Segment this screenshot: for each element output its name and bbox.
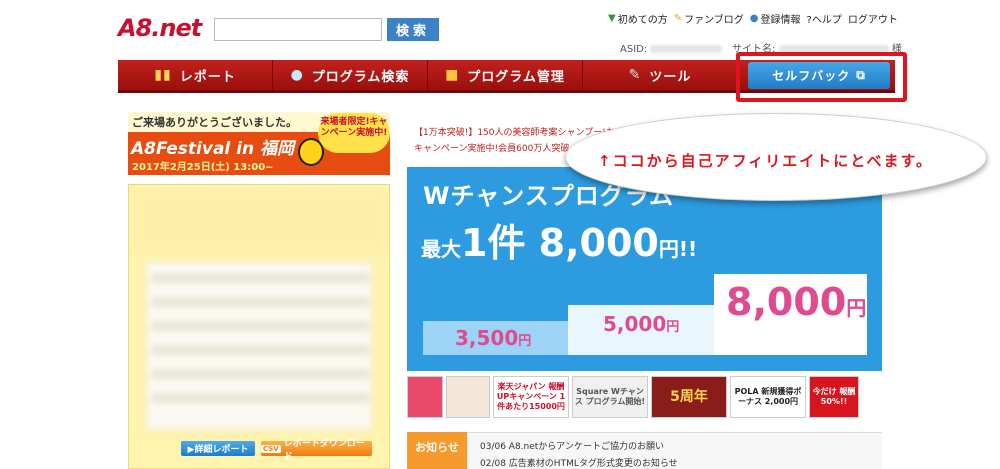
wrench-icon: ✎ (628, 67, 642, 83)
link-help[interactable]: ?ヘルプ (807, 11, 842, 26)
bar-value-3: 8,000円 (726, 280, 867, 324)
nav-program-search[interactable]: ● プログラム検索 (273, 60, 428, 90)
banner-thumb-3[interactable]: 楽天ジャパン 報酬UPキャンペーン 1件あたり15000円 (493, 376, 569, 418)
link-account[interactable]: ● 登録情報 (750, 11, 801, 26)
banner-thumb-5[interactable]: 5周年 (651, 376, 727, 418)
beginner-icon: ▼ (608, 13, 616, 24)
header-links: ▼ 初めての方 ✎ ファンブログ ● 登録情報 ?ヘルプ ログアウト (608, 11, 898, 26)
a8-logo[interactable]: A8.net (118, 14, 202, 42)
folder-icon: ■ (445, 67, 460, 83)
nav-tools[interactable]: ✎ ツール (583, 60, 738, 90)
link-beginner[interactable]: ▼ 初めての方 (608, 11, 668, 26)
festival-title: A8Festival in 福岡 (131, 139, 295, 159)
bubble-text: ↑ココから自己アフィリエイトにとべます。 (598, 152, 934, 170)
banner-thumb-1[interactable] (407, 376, 443, 418)
wchance-max: 最大1件 8,000円!! (421, 221, 698, 265)
detail-report-button[interactable]: ▶詳細レポート (181, 441, 255, 456)
window-icon: ⧉ (856, 68, 866, 82)
festival-badge: 来場者限定!キャンペーン実施中! (318, 113, 390, 153)
banner-thumb-7[interactable]: 今だけ 報酬 50%!! (809, 376, 859, 418)
user-icon: ● (749, 13, 759, 24)
link-fanblog[interactable]: ✎ ファンブログ (674, 11, 744, 26)
report-download-button[interactable]: CSV レポートダウンロード (261, 439, 372, 462)
bar-chart-icon: ▮▮ (154, 67, 172, 83)
blurred-report-table (146, 262, 372, 430)
csv-icon: CSV (261, 444, 281, 453)
pencil-icon: ✎ (673, 13, 683, 24)
news-item-2[interactable]: 02/08 広告素材のHTMLタグ形式変更のお知らせ (480, 456, 678, 469)
festival-date: 2017年2月25日(土) 13:00~ (132, 162, 274, 173)
news-label: お知らせ (407, 432, 467, 469)
search-icon: ● (290, 67, 304, 83)
search-input[interactable] (214, 18, 382, 41)
bar-value-1: 3,500円 (455, 326, 532, 350)
bar-value-2: 5,000円 (603, 312, 680, 336)
bee-mascot-icon (298, 138, 324, 166)
banner-thumb-6[interactable]: POLA 新規獲得ボーナス 2,000円 (730, 376, 806, 418)
festival-greeting: ご来場ありがとうございました。 (132, 116, 297, 129)
banner-thumb-2[interactable] (446, 376, 490, 418)
selfback-button[interactable]: セルフバック ⧉ (748, 62, 890, 89)
blurred-profile (134, 190, 384, 250)
banner-strip: 楽天ジャパン 報酬UPキャンペーン 1件あたり15000円 Square Wチャ… (407, 376, 859, 418)
banner-thumb-4[interactable]: Square Wチャンス プログラム開始! (572, 376, 648, 418)
link-logout[interactable]: ログアウト (848, 11, 898, 26)
nav-program-manage[interactable]: ■ プログラム管理 (428, 60, 583, 90)
search-button[interactable]: 検索 (387, 18, 439, 41)
news-item-1[interactable]: 03/06 A8.netからアンケートご協力のお願い (480, 439, 664, 452)
nav-report[interactable]: ▮▮ レポート (118, 60, 273, 90)
